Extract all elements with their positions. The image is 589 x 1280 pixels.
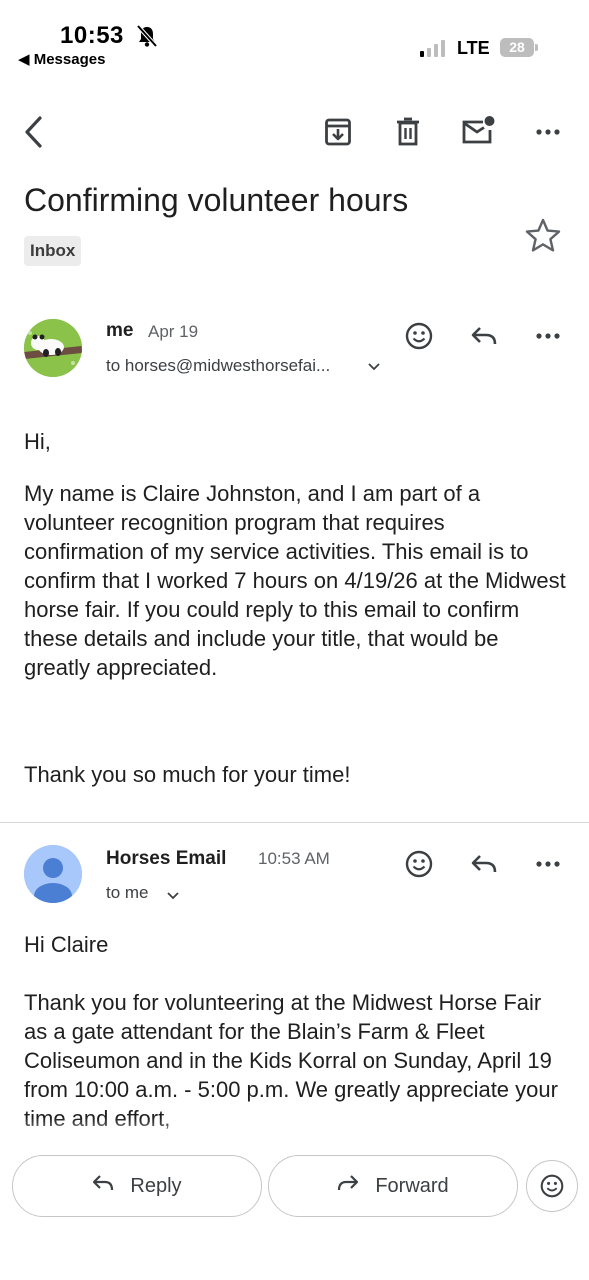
silent-bell-icon bbox=[136, 24, 158, 53]
message-closing: Thank you so much for your time! bbox=[24, 762, 351, 787]
inbox-label-chip[interactable]: Inbox bbox=[24, 236, 82, 266]
signal-icon bbox=[420, 40, 448, 57]
mark-unread-icon[interactable] bbox=[458, 110, 498, 150]
sender-name: me bbox=[106, 320, 134, 341]
sender-name: Horses Email bbox=[106, 848, 227, 869]
forward-button[interactable]: Forward bbox=[268, 1155, 518, 1217]
star-icon[interactable] bbox=[523, 215, 563, 255]
archive-icon[interactable] bbox=[318, 112, 358, 152]
message-more-icon[interactable] bbox=[528, 845, 568, 883]
message-paragraph: Thank you for volunteering at the Midwes… bbox=[24, 990, 558, 1131]
chevron-down-icon[interactable] bbox=[167, 887, 179, 905]
message-date: Apr 19 bbox=[148, 322, 199, 341]
emoji-reaction-icon[interactable] bbox=[400, 317, 438, 355]
message-paragraph: My name is Claire Johnston, and I am par… bbox=[24, 481, 566, 680]
status-time: 10:53 bbox=[60, 22, 124, 49]
recipient-line[interactable]: to horses@midwesthorsefai... bbox=[106, 356, 330, 376]
back-arrow-icon[interactable] bbox=[14, 112, 54, 152]
reply-icon[interactable] bbox=[465, 317, 503, 355]
email-subject: Confirming volunteer hours bbox=[24, 182, 409, 218]
network-type: LTE bbox=[457, 38, 490, 58]
emoji-reaction-icon[interactable] bbox=[400, 845, 438, 883]
recipient-line[interactable]: to me bbox=[106, 883, 149, 903]
reply-button-label: Reply bbox=[130, 1174, 182, 1197]
sender-avatar-me[interactable] bbox=[24, 319, 82, 377]
reply-icon bbox=[92, 1174, 114, 1198]
message-divider bbox=[0, 822, 589, 823]
forward-icon bbox=[337, 1174, 359, 1198]
trash-icon[interactable] bbox=[388, 112, 428, 152]
battery-tip bbox=[535, 44, 538, 51]
chevron-down-icon[interactable] bbox=[368, 358, 380, 376]
message-more-icon[interactable] bbox=[528, 317, 568, 355]
sender-avatar-default[interactable] bbox=[24, 845, 82, 903]
forward-button-label: Forward bbox=[375, 1174, 449, 1197]
more-horizontal-icon[interactable] bbox=[528, 112, 568, 152]
reply-icon[interactable] bbox=[465, 845, 503, 883]
reply-button[interactable]: Reply bbox=[12, 1155, 262, 1217]
emoji-icon bbox=[540, 1174, 564, 1198]
content-fade bbox=[0, 1118, 589, 1148]
emoji-react-button[interactable] bbox=[526, 1160, 578, 1212]
message-greeting: Hi, bbox=[24, 429, 51, 454]
battery-icon: 28 bbox=[500, 38, 534, 57]
message-date: 10:53 AM bbox=[258, 849, 330, 868]
back-to-messages-link[interactable]: ◀ Messages bbox=[18, 50, 105, 68]
message-greeting: Hi Claire bbox=[24, 932, 109, 957]
